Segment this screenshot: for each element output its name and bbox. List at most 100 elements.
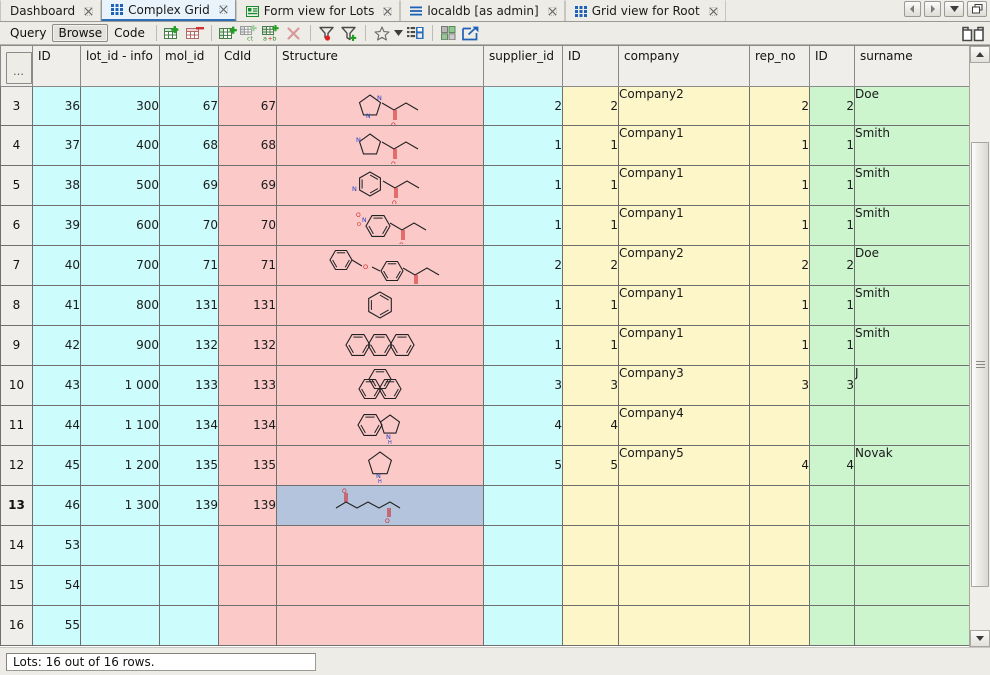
- cell-cdid[interactable]: [219, 565, 277, 605]
- layout-button[interactable]: [438, 24, 460, 43]
- cell-supplier_id[interactable]: [484, 525, 563, 565]
- cell-company[interactable]: Company4: [619, 405, 750, 445]
- table-row[interactable]: 11441 100134134NH44Company4: [1, 405, 990, 445]
- cell-supplier_pk[interactable]: [563, 525, 619, 565]
- cell-supplier_pk[interactable]: 1: [563, 125, 619, 165]
- cell-rep_no[interactable]: [750, 485, 810, 525]
- cell-supplier_pk[interactable]: [563, 485, 619, 525]
- cell-company[interactable]: Company1: [619, 285, 750, 325]
- row-header[interactable]: 11: [1, 405, 33, 445]
- cell-mol_id[interactable]: 139: [160, 485, 219, 525]
- cell-mol_id[interactable]: 133: [160, 365, 219, 405]
- cell-cdid[interactable]: 69: [219, 165, 277, 205]
- cell-id[interactable]: 45: [33, 445, 81, 485]
- cell-rep_pk[interactable]: [810, 565, 855, 605]
- table-row[interactable]: 94290013213211Company111Smith: [1, 325, 990, 365]
- cell-supplier_id[interactable]: 1: [484, 125, 563, 165]
- cell-mol_id[interactable]: 69: [160, 165, 219, 205]
- cell-rep_pk[interactable]: 1: [810, 325, 855, 365]
- cell-rep_no[interactable]: 2: [750, 245, 810, 285]
- remove-column-button[interactable]: [283, 24, 305, 43]
- row-header[interactable]: 5: [1, 165, 33, 205]
- structure-cell-benzene[interactable]: [277, 285, 484, 325]
- cell-supplier_id[interactable]: 1: [484, 325, 563, 365]
- cell-mol_id[interactable]: 67: [160, 86, 219, 125]
- cell-supplier_id[interactable]: 3: [484, 365, 563, 405]
- cell-cdid[interactable]: 131: [219, 285, 277, 325]
- cell-rep_pk[interactable]: 1: [810, 165, 855, 205]
- cell-mol_id[interactable]: 134: [160, 405, 219, 445]
- structure-cell-pyrrole[interactable]: NH: [277, 445, 484, 485]
- vertical-scrollbar[interactable]: [969, 46, 990, 647]
- cell-supplier_id[interactable]: [484, 605, 563, 645]
- browse-mode-button[interactable]: Browse: [52, 24, 108, 42]
- table-row[interactable]: 7407007171OO22Company222Doe: [1, 245, 990, 285]
- cell-rep_no[interactable]: 4: [750, 445, 810, 485]
- cell-rep_pk[interactable]: [810, 525, 855, 565]
- structure-cell-phenalene[interactable]: [277, 365, 484, 405]
- cell-supplier_pk[interactable]: [563, 565, 619, 605]
- cell-cdid[interactable]: 134: [219, 405, 277, 445]
- scroll-down-button[interactable]: [970, 630, 990, 647]
- table-row[interactable]: 13461 300139139OO: [1, 485, 990, 525]
- table-row[interactable]: 1655: [1, 605, 990, 645]
- cell-company[interactable]: Company1: [619, 205, 750, 245]
- cell-id[interactable]: 38: [33, 165, 81, 205]
- data-grid[interactable]: …IDlot_id - infomol_idCdIdStructuresuppl…: [0, 45, 990, 647]
- cell-id[interactable]: 54: [33, 565, 81, 605]
- cell-lot_id_info[interactable]: 800: [81, 285, 160, 325]
- cell-id[interactable]: 41: [33, 285, 81, 325]
- cell-cdid[interactable]: 139: [219, 485, 277, 525]
- cell-id[interactable]: 46: [33, 485, 81, 525]
- structure-cell-octane-dione[interactable]: OO: [277, 485, 484, 525]
- cell-supplier_pk[interactable]: [563, 605, 619, 645]
- row-header[interactable]: 15: [1, 565, 33, 605]
- cell-rep_no[interactable]: 1: [750, 325, 810, 365]
- cell-cdid[interactable]: 71: [219, 245, 277, 285]
- structure-cell-benzyloxy-acetophenone[interactable]: OO: [277, 245, 484, 285]
- insert-row-button[interactable]: [162, 24, 184, 43]
- open-external-button[interactable]: [460, 24, 482, 43]
- code-mode-button[interactable]: Code: [108, 24, 151, 42]
- cell-supplier_id[interactable]: [484, 565, 563, 605]
- cell-supplier_pk[interactable]: 1: [563, 205, 619, 245]
- cell-structure[interactable]: [277, 605, 484, 645]
- cell-rep_no[interactable]: 1: [750, 125, 810, 165]
- cell-id[interactable]: 40: [33, 245, 81, 285]
- tab-form-view-for-lots[interactable]: Form view for Lots: [236, 0, 401, 21]
- row-header[interactable]: 4: [1, 125, 33, 165]
- cell-supplier_pk[interactable]: 3: [563, 365, 619, 405]
- structure-cell-acetyl-pyrrole[interactable]: NO: [277, 125, 484, 165]
- cell-supplier_pk[interactable]: 5: [563, 445, 619, 485]
- row-header[interactable]: 6: [1, 205, 33, 245]
- column-header-lot_id_info[interactable]: lot_id - info: [81, 46, 160, 86]
- row-header[interactable]: 7: [1, 245, 33, 285]
- delete-row-button[interactable]: [184, 24, 206, 43]
- table-row[interactable]: 10431 00013313333Company333J: [1, 365, 990, 405]
- cell-mol_id[interactable]: [160, 565, 219, 605]
- cell-id[interactable]: 39: [33, 205, 81, 245]
- cell-supplier_id[interactable]: 4: [484, 405, 563, 445]
- cell-mol_id[interactable]: [160, 605, 219, 645]
- cell-rep_no[interactable]: 1: [750, 165, 810, 205]
- cell-lot_id_info[interactable]: 1 200: [81, 445, 160, 485]
- cell-company[interactable]: Company1: [619, 325, 750, 365]
- table-row[interactable]: 1453: [1, 525, 990, 565]
- add-column-button[interactable]: [217, 24, 239, 43]
- cell-supplier_id[interactable]: 1: [484, 165, 563, 205]
- cell-lot_id_info[interactable]: 300: [81, 86, 160, 125]
- cell-rep_pk[interactable]: [810, 485, 855, 525]
- tab-localdb-as-admin[interactable]: localdb [as admin]: [400, 0, 564, 21]
- row-header[interactable]: 16: [1, 605, 33, 645]
- table-row[interactable]: 84180013113111Company111Smith: [1, 285, 990, 325]
- cell-supplier_id[interactable]: 1: [484, 285, 563, 325]
- column-header-supplier_id[interactable]: supplier_id: [484, 46, 563, 86]
- cell-id[interactable]: 44: [33, 405, 81, 445]
- cell-cdid[interactable]: 132: [219, 325, 277, 365]
- tab-close-icon[interactable]: [548, 7, 557, 16]
- cell-supplier_pk[interactable]: 1: [563, 165, 619, 205]
- cell-mol_id[interactable]: 131: [160, 285, 219, 325]
- cell-cdid[interactable]: [219, 605, 277, 645]
- column-header-rep_pk[interactable]: ID: [810, 46, 855, 86]
- tab-close-icon[interactable]: [84, 7, 93, 16]
